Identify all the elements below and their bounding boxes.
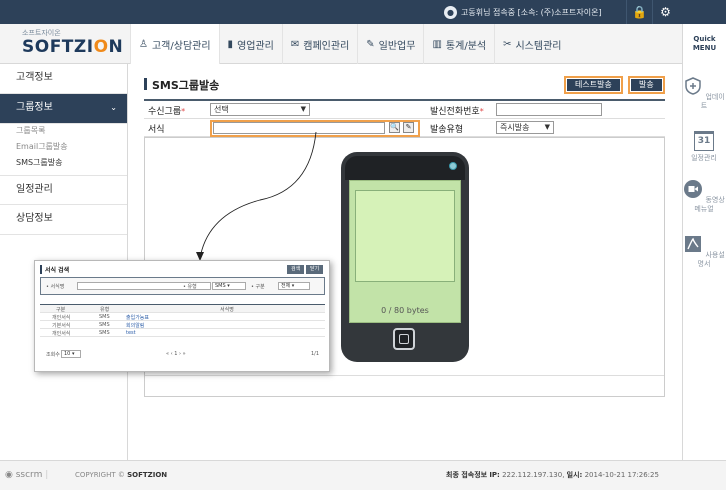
table-row[interactable]: 기본서식 SMS 회의알림 — [40, 321, 325, 329]
chevron-down-icon: ⌄ — [110, 103, 117, 112]
user-status-text: 고동휘님 접속중 [소속: (주)소프트자이온] — [461, 7, 602, 17]
sidebar-item-schedule[interactable]: 일정관리 — [0, 175, 127, 205]
nav-customer-consult[interactable]: ♙ 고객/상담관리 — [130, 24, 219, 64]
nav-system[interactable]: ✂ 시스템관리 — [494, 24, 569, 64]
title-marker — [144, 78, 147, 90]
popup-per-page-label: 조회수 — [46, 352, 60, 358]
search-icon[interactable]: 🔍 — [389, 122, 400, 133]
top-bar — [0, 0, 726, 24]
mail-icon: ✉ — [290, 38, 300, 50]
popup-search-button[interactable]: 검색 — [287, 265, 305, 274]
message-textarea[interactable] — [355, 190, 455, 282]
popup-type-select[interactable]: SMS ▾ — [212, 282, 246, 290]
camera-icon — [449, 162, 457, 170]
send-type-label: 발송유형 — [430, 125, 464, 135]
lock-icon[interactable]: 🔒 — [626, 0, 652, 24]
table-row[interactable]: 개인서식 SMS 출입가능표 — [40, 313, 325, 321]
col-type: 유형 — [100, 307, 110, 313]
sidebar-sub-email-send[interactable]: Email그룹발송 — [16, 141, 68, 152]
popup-filter-name-label: • 서식명 — [46, 284, 65, 290]
byte-counter: 0 / 80 bytes — [381, 306, 429, 315]
gear-icon[interactable]: ⚙ — [652, 0, 678, 24]
video-icon — [684, 180, 703, 198]
nav-sales[interactable]: ▮ 영업관리 — [218, 24, 282, 64]
sidebar-sub-group-list[interactable]: 그룹목록 — [16, 125, 45, 136]
chevron-down-icon: ▼ — [300, 105, 306, 113]
footer-last-login: 최종 접속정보 IP: 222.112.197.130, 일시: 2014-10… — [446, 471, 659, 479]
page-title: SMS그룹발송 — [152, 79, 220, 92]
edit-icon: ✎ — [366, 38, 375, 50]
chevron-down-icon: ▼ — [544, 123, 550, 131]
shield-plus-icon — [685, 77, 701, 95]
popup-filter-kind-label: • 구분 — [251, 284, 265, 290]
send-type-select[interactable]: 즉시발송 ▼ — [496, 121, 554, 134]
footer-brand: ◉ sscrm | — [5, 470, 49, 480]
nav-general[interactable]: ✎ 일반업무 — [357, 24, 423, 64]
nav-campaign[interactable]: ✉ 캠페인관리 — [281, 24, 357, 64]
col-kind: 구분 — [56, 307, 66, 313]
popup-per-page-select[interactable]: 10 ▾ — [61, 350, 81, 358]
table-row[interactable]: 개인서식 SMS test — [40, 329, 325, 337]
form-row-1: 수신그룹* 선택 ▼ 발신전화번호* — [144, 101, 665, 119]
logo[interactable]: SOFTZION — [22, 37, 123, 57]
quick-menu-button[interactable]: Quick MENU — [682, 24, 726, 64]
main-nav: ♙ 고객/상담관리 ▮ 영업관리 ✉ 캠페인관리 ✎ 일반업무 ▥ 통계/분석 ✂ 시스템관… — [130, 24, 569, 64]
user-icon: ● — [444, 5, 457, 19]
sidebar-item-customer[interactable]: 고객정보 — [0, 64, 127, 94]
bar-chart-icon: ▥ — [432, 38, 442, 50]
popup-table-header: 구분 유형 서식명 — [40, 305, 325, 313]
send-button[interactable]: 발송 — [631, 79, 662, 91]
bookmark-icon: ▮ — [227, 38, 234, 50]
template-label: 서식 — [148, 125, 165, 135]
test-send-button-highlight: 테스트발송 — [564, 76, 623, 94]
popup-close-button[interactable]: 닫기 — [306, 265, 324, 274]
message-area-footer — [145, 375, 664, 396]
sender-number-input[interactable] — [496, 103, 602, 116]
nav-stats[interactable]: ▥ 통계/분석 — [423, 24, 494, 64]
tools-icon: ✂ — [503, 38, 512, 50]
sidebar-item-group[interactable]: 그룹정보 ⌄ — [0, 94, 127, 124]
user-status: ● 고동휘님 접속중 [소속: (주)소프트자이온] — [444, 4, 602, 20]
popup-page-info: 1/1 — [311, 351, 320, 357]
popup-filter-type-label: • 유형 — [183, 284, 197, 290]
popup-search-bar: • 서식명 • 유형 SMS ▾ • 구분 전체 ▾ — [40, 277, 325, 295]
rail-user-guide[interactable]: 사용설명서 — [682, 234, 726, 269]
popup-pagination[interactable]: « ‹ 1 › » — [166, 351, 186, 357]
sidebar-sub-sms-send[interactable]: SMS그룹발송 — [16, 157, 63, 168]
group-label: 수신그룹* — [148, 107, 186, 117]
calendar-icon: 31 — [694, 131, 714, 151]
popup-kind-select[interactable]: 전체 ▾ — [278, 282, 310, 290]
rail-schedule[interactable]: 31 일정관리 — [682, 131, 726, 163]
send-button-highlight: 발송 — [628, 76, 665, 94]
col-name: 서식명 — [220, 307, 234, 313]
phone-top — [345, 156, 465, 180]
sender-number-label: 발신전화번호* — [430, 107, 484, 117]
pdf-icon — [685, 236, 702, 252]
test-send-button[interactable]: 테스트발송 — [567, 79, 620, 91]
edit-icon[interactable]: ✎ — [403, 122, 414, 133]
callout-arrow — [196, 131, 317, 261]
rail-update[interactable]: 업데이트 — [682, 76, 726, 111]
popup-title: 서식 검색 — [40, 265, 69, 274]
rail-video-manual[interactable]: 동영상 메뉴얼 — [682, 179, 726, 214]
sidebar-item-consult[interactable]: 상담정보 — [0, 205, 127, 235]
group-select[interactable]: 선택 ▼ — [210, 103, 310, 116]
people-icon: ♙ — [139, 38, 148, 50]
home-icon — [399, 334, 409, 344]
footer-copyright: COPYRIGHT © SOFTZION — [75, 471, 168, 479]
